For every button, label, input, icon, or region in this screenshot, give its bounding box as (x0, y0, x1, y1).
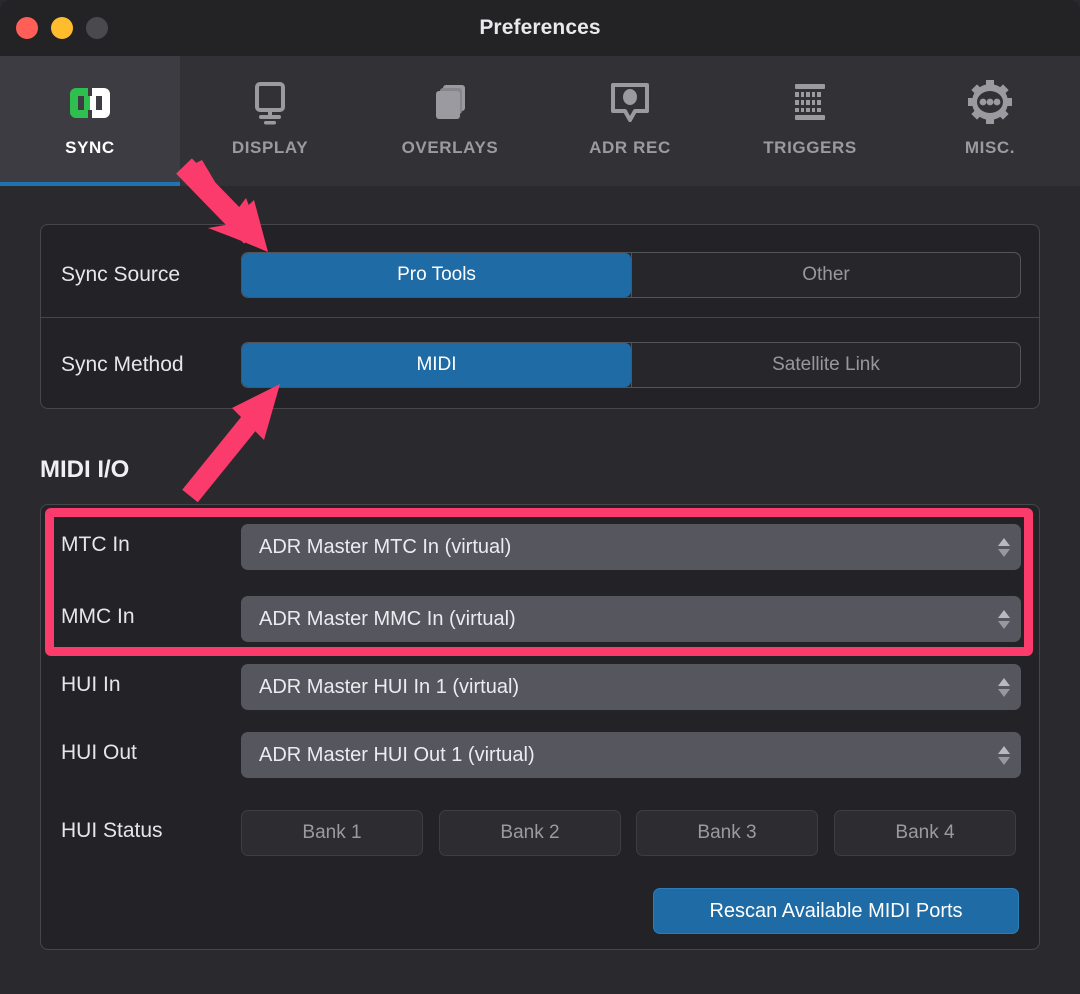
midi-io-panel: MTC In ADR Master MTC In (virtual) MMC I… (40, 504, 1040, 950)
hui-status-label: HUI Status (61, 819, 163, 842)
panel-divider (41, 317, 1039, 318)
tab-display[interactable]: DISPLAY (180, 56, 360, 186)
hui-out-value: ADR Master HUI Out 1 (virtual) (259, 743, 535, 766)
window-title: Preferences (479, 16, 601, 39)
hui-out-dropdown[interactable]: ADR Master HUI Out 1 (virtual) (241, 732, 1021, 778)
preferences-toolbar: SYNC DISPLAY OVERLAYS ADR REC TRIGGERS M… (0, 56, 1080, 186)
sync-source-option-pro-tools[interactable]: Pro Tools (242, 253, 631, 297)
tab-misc[interactable]: MISC. (900, 56, 1080, 186)
hui-bank-1-button[interactable]: Bank 1 (241, 810, 423, 856)
sync-settings-pane: Sync Source Pro Tools Other Sync Method … (0, 186, 1080, 994)
mtc-in-stepper-icon[interactable] (987, 537, 1021, 557)
tab-display-label: DISPLAY (231, 138, 309, 157)
display-icon (242, 74, 298, 132)
tab-triggers[interactable]: TRIGGERS (720, 56, 900, 186)
mmc-in-stepper-icon[interactable] (987, 609, 1021, 629)
hui-bank-4-button[interactable]: Bank 4 (834, 810, 1016, 856)
sync-method-option-satellite-link[interactable]: Satellite Link (631, 343, 1020, 387)
tab-sync[interactable]: SYNC (0, 56, 180, 186)
tab-adr-rec[interactable]: ADR REC (540, 56, 720, 186)
sync-source-option-other[interactable]: Other (631, 253, 1020, 297)
mtc-in-label: MTC In (61, 533, 130, 556)
midi-io-section-title: MIDI I/O (40, 456, 130, 483)
hui-bank-3-button[interactable]: Bank 3 (636, 810, 818, 856)
sync-source-label: Sync Source (61, 263, 181, 286)
mtc-in-value: ADR Master MTC In (virtual) (259, 535, 512, 558)
mmc-in-label: MMC In (61, 605, 135, 628)
mtc-in-dropdown[interactable]: ADR Master MTC In (virtual) (241, 524, 1021, 570)
sync-panel: Sync Source Pro Tools Other Sync Method … (40, 224, 1040, 409)
hui-in-value: ADR Master HUI In 1 (virtual) (259, 675, 520, 698)
mmc-in-dropdown[interactable]: ADR Master MMC In (virtual) (241, 596, 1021, 642)
tab-misc-label: MISC. (964, 138, 1016, 157)
tab-triggers-label: TRIGGERS (763, 138, 857, 157)
preferences-window: Preferences SYNC DISPLAY OVERLAYS ADR RE… (0, 0, 1080, 994)
hui-in-label: HUI In (61, 673, 121, 696)
midi-icon (782, 74, 838, 132)
hui-out-stepper-icon[interactable] (987, 745, 1021, 765)
tab-sync-label: SYNC (65, 138, 115, 157)
rescan-midi-ports-button[interactable]: Rescan Available MIDI Ports (653, 888, 1019, 934)
sync-method-label: Sync Method (61, 353, 184, 376)
hui-in-dropdown[interactable]: ADR Master HUI In 1 (virtual) (241, 664, 1021, 710)
hui-bank-2-button[interactable]: Bank 2 (439, 810, 621, 856)
mmc-in-value: ADR Master MMC In (virtual) (259, 607, 516, 630)
sync-method-segmented-control[interactable]: MIDI Satellite Link (241, 342, 1021, 388)
overlays-icon (422, 74, 478, 132)
sync-source-segmented-control[interactable]: Pro Tools Other (241, 252, 1021, 298)
sync-icon (62, 74, 118, 132)
tab-overlays[interactable]: OVERLAYS (360, 56, 540, 186)
tab-overlays-label: OVERLAYS (401, 138, 499, 157)
title-bar: Preferences (0, 0, 1080, 56)
tab-adr-rec-label: ADR REC (589, 138, 671, 157)
gear-icon (962, 74, 1018, 132)
hui-out-label: HUI Out (61, 741, 137, 764)
sync-method-option-midi[interactable]: MIDI (242, 343, 631, 387)
hui-in-stepper-icon[interactable] (987, 677, 1021, 697)
adr-rec-icon (602, 74, 658, 132)
